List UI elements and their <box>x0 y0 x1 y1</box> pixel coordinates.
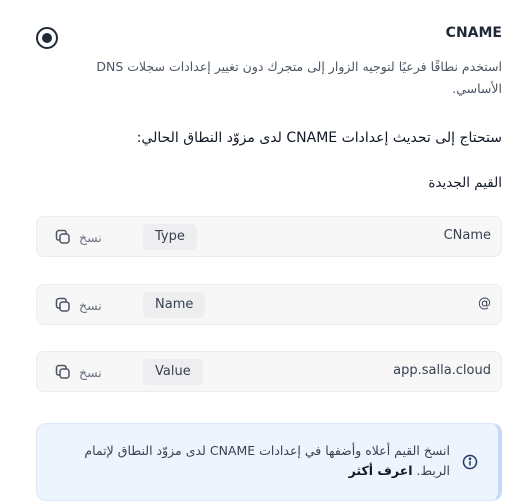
record-value: @ <box>478 296 491 311</box>
record-key: Type <box>143 224 197 250</box>
copy-icon <box>55 297 70 312</box>
copy-label: نسخ <box>79 229 102 245</box>
record-row-name: @ Name نسخ <box>36 284 502 325</box>
copy-button[interactable]: نسخ <box>53 226 102 248</box>
record-key: Name <box>143 292 206 318</box>
cname-radio-button[interactable] <box>36 27 58 49</box>
info-alert: انسخ القيم أعلاه وأضفها في إعدادات CNAME… <box>36 423 502 501</box>
record-value: CName <box>443 228 491 243</box>
copy-label: نسخ <box>79 297 102 313</box>
copy-button[interactable]: نسخ <box>53 361 102 383</box>
copy-icon <box>55 364 70 379</box>
record-row-value: app.salla.cloud Value نسخ <box>36 351 502 392</box>
info-icon <box>462 454 478 470</box>
copy-label: نسخ <box>79 364 102 380</box>
copy-button[interactable]: نسخ <box>53 294 102 316</box>
new-values-label: القيم الجديدة <box>428 175 502 191</box>
record-value: app.salla.cloud <box>393 363 491 378</box>
copy-icon <box>55 229 70 244</box>
instruction-text: ستحتاج إلى تحديث إعدادات CNAME لدى مزوّد… <box>136 130 502 146</box>
record-key: Value <box>143 359 203 385</box>
record-row-type: CName Type نسخ <box>36 216 502 257</box>
radio-selected-dot <box>42 33 52 43</box>
learn-more-link[interactable]: اعرف أكثر <box>349 463 413 478</box>
info-message: انسخ القيم أعلاه وأضفها في إعدادات CNAME… <box>50 441 450 481</box>
option-title: CNAME <box>445 25 502 41</box>
option-description: استخدم نطاقًا فرعيًا لتوجيه الزوار إلى م… <box>96 59 502 96</box>
